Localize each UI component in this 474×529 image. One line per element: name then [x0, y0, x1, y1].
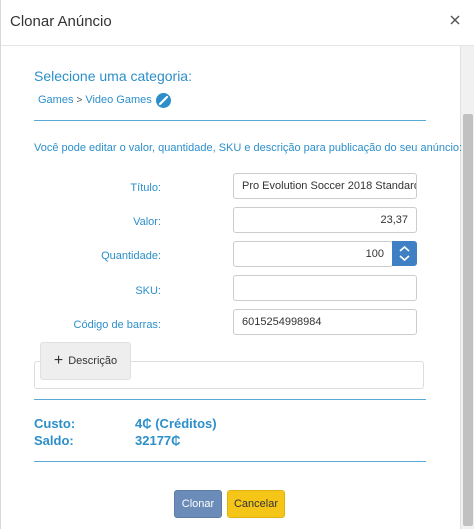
clone-listing-modal: Clonar Anúncio Selecione uma categoria: …	[0, 0, 474, 529]
breadcrumb-item-video-games[interactable]: Video Games	[85, 94, 151, 106]
balance-value: 32177₵	[135, 433, 181, 448]
barcode-input[interactable]: 6015254998984	[233, 309, 417, 335]
valor-label: Valor:	[133, 216, 161, 228]
close-icon[interactable]	[447, 12, 463, 28]
scrollbar-thumb[interactable]	[463, 114, 473, 526]
divider	[34, 120, 426, 121]
add-description-button[interactable]: + Descrição	[40, 342, 131, 380]
valor-input[interactable]: 23,37	[233, 207, 417, 233]
scrollbar[interactable]	[460, 46, 474, 529]
titulo-input[interactable]: Pro Evolution Soccer 2018 Standard	[233, 173, 417, 199]
titulo-label: Título:	[130, 182, 161, 194]
info-text: Você pode editar o valor, quantidade, SK…	[34, 142, 463, 154]
plus-icon: +	[53, 352, 64, 369]
pencil-icon[interactable]	[155, 92, 171, 108]
barcode-label: Código de barras:	[73, 319, 161, 331]
breadcrumb-item-games[interactable]: Games	[38, 94, 73, 106]
modal-title: Clonar Anúncio	[10, 13, 112, 30]
clone-button[interactable]: Clonar	[174, 490, 222, 518]
quantidade-input[interactable]: 100	[233, 241, 393, 267]
quantity-stepper[interactable]	[392, 241, 417, 266]
sku-input[interactable]	[233, 275, 417, 301]
divider	[34, 399, 426, 400]
cancel-button[interactable]: Cancelar	[227, 490, 285, 518]
cost-value: 4₵ (Créditos)	[135, 416, 217, 431]
category-heading: Selecione uma categoria:	[34, 68, 192, 84]
description-label: Descrição	[68, 355, 118, 367]
breadcrumb: Games > Video Games	[38, 92, 171, 108]
quantidade-label: Quantidade:	[101, 250, 161, 262]
divider	[34, 461, 426, 462]
cost-label: Custo:	[34, 416, 76, 431]
breadcrumb-separator: >	[76, 94, 83, 106]
balance-label: Saldo:	[34, 433, 74, 448]
sku-label: SKU:	[135, 285, 161, 297]
modal-header: Clonar Anúncio	[1, 0, 474, 46]
